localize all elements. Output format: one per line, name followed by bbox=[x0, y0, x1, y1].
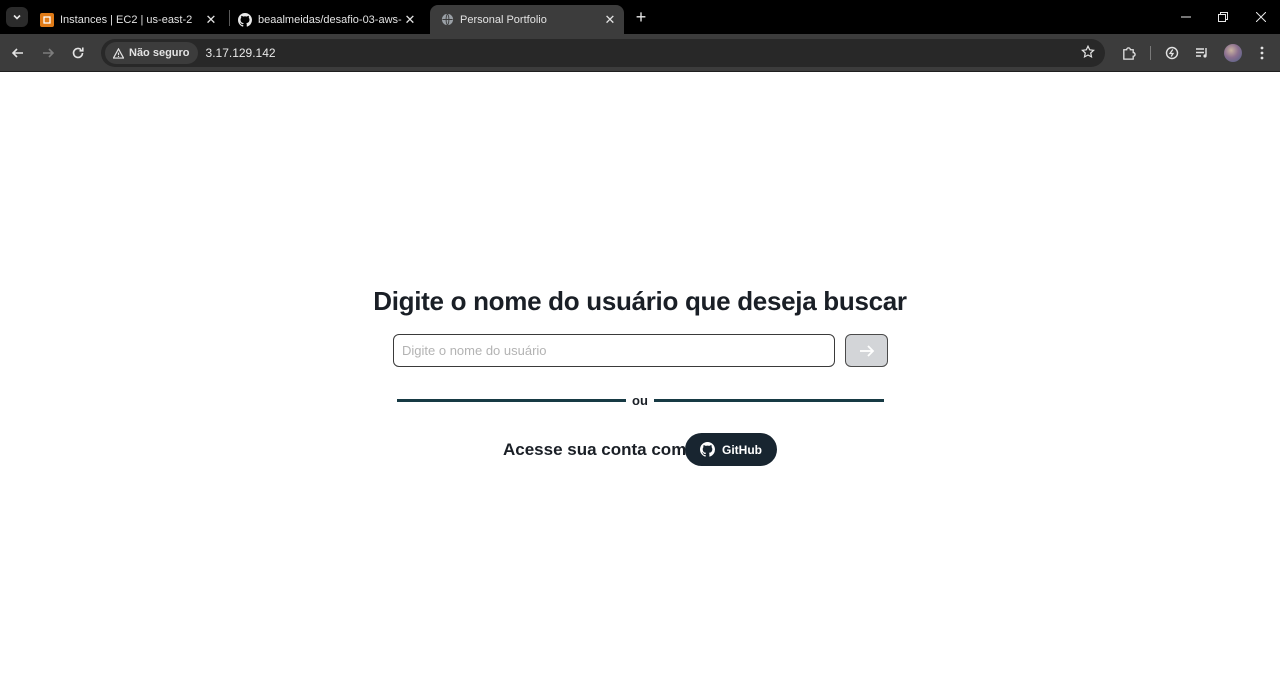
media-queue-icon[interactable] bbox=[1191, 42, 1213, 64]
divider-or-text: ou bbox=[632, 393, 648, 408]
github-login-button[interactable]: GitHub bbox=[685, 433, 777, 466]
tab-search-button[interactable] bbox=[6, 7, 28, 27]
divider-line-right bbox=[654, 399, 884, 402]
performance-icon[interactable] bbox=[1161, 42, 1183, 64]
page-title: Digite o nome do usuário que deseja busc… bbox=[373, 286, 907, 316]
forward-arrow-icon[interactable] bbox=[37, 42, 59, 64]
new-tab-button[interactable]: + bbox=[632, 8, 650, 26]
close-icon[interactable]: ✕ bbox=[602, 12, 618, 28]
access-account-text: Acesse sua conta com bbox=[503, 440, 687, 459]
tab-title: Instances | EC2 | us-east-2 bbox=[60, 13, 193, 26]
close-window-icon[interactable] bbox=[1250, 6, 1272, 28]
close-icon[interactable]: ✕ bbox=[203, 12, 219, 28]
divider-line-left bbox=[397, 399, 626, 402]
toolbar-divider bbox=[1150, 46, 1151, 60]
security-chip[interactable]: Não seguro bbox=[105, 42, 198, 64]
address-bar[interactable]: Não seguro 3.17.129.142 bbox=[101, 39, 1105, 67]
more-menu-icon[interactable] bbox=[1251, 42, 1273, 64]
minimize-icon[interactable] bbox=[1175, 6, 1197, 28]
browser-toolbar: Não seguro 3.17.129.142 bbox=[0, 34, 1280, 72]
restore-icon[interactable] bbox=[1212, 6, 1234, 28]
github-icon bbox=[238, 12, 252, 27]
tab-github-repo[interactable]: beaalmeidas/desafio-03-aws-re ✕ bbox=[228, 5, 424, 34]
github-button-label: GitHub bbox=[722, 442, 762, 457]
tab-ec2-instances[interactable]: Instances | EC2 | us-east-2 ✕ bbox=[30, 5, 225, 34]
bookmark-star-icon[interactable] bbox=[1081, 44, 1095, 64]
reload-icon[interactable] bbox=[67, 42, 89, 64]
profile-avatar[interactable] bbox=[1224, 44, 1242, 62]
tab-bar: Instances | EC2 | us-east-2 ✕ beaalmeida… bbox=[0, 0, 1280, 34]
extensions-puzzle-icon[interactable] bbox=[1117, 42, 1139, 64]
globe-icon bbox=[440, 13, 454, 27]
warning-icon bbox=[113, 47, 124, 59]
github-icon bbox=[700, 442, 715, 457]
page-content: Digite o nome do usuário que deseja busc… bbox=[0, 73, 1280, 679]
close-icon[interactable]: ✕ bbox=[402, 12, 418, 28]
tab-title: beaalmeidas/desafio-03-aws-re bbox=[258, 13, 402, 26]
arrow-right-icon bbox=[859, 344, 874, 357]
aws-ec2-icon bbox=[40, 12, 54, 27]
username-search-input[interactable] bbox=[393, 334, 835, 367]
search-submit-button[interactable] bbox=[845, 334, 888, 367]
chevron-down-icon bbox=[13, 14, 21, 20]
url-text[interactable]: 3.17.129.142 bbox=[206, 46, 276, 60]
security-label: Não seguro bbox=[129, 47, 190, 59]
tab-title: Personal Portfolio bbox=[460, 13, 547, 26]
tab-personal-portfolio[interactable]: Personal Portfolio ✕ bbox=[430, 5, 624, 34]
back-arrow-icon[interactable] bbox=[7, 42, 29, 64]
